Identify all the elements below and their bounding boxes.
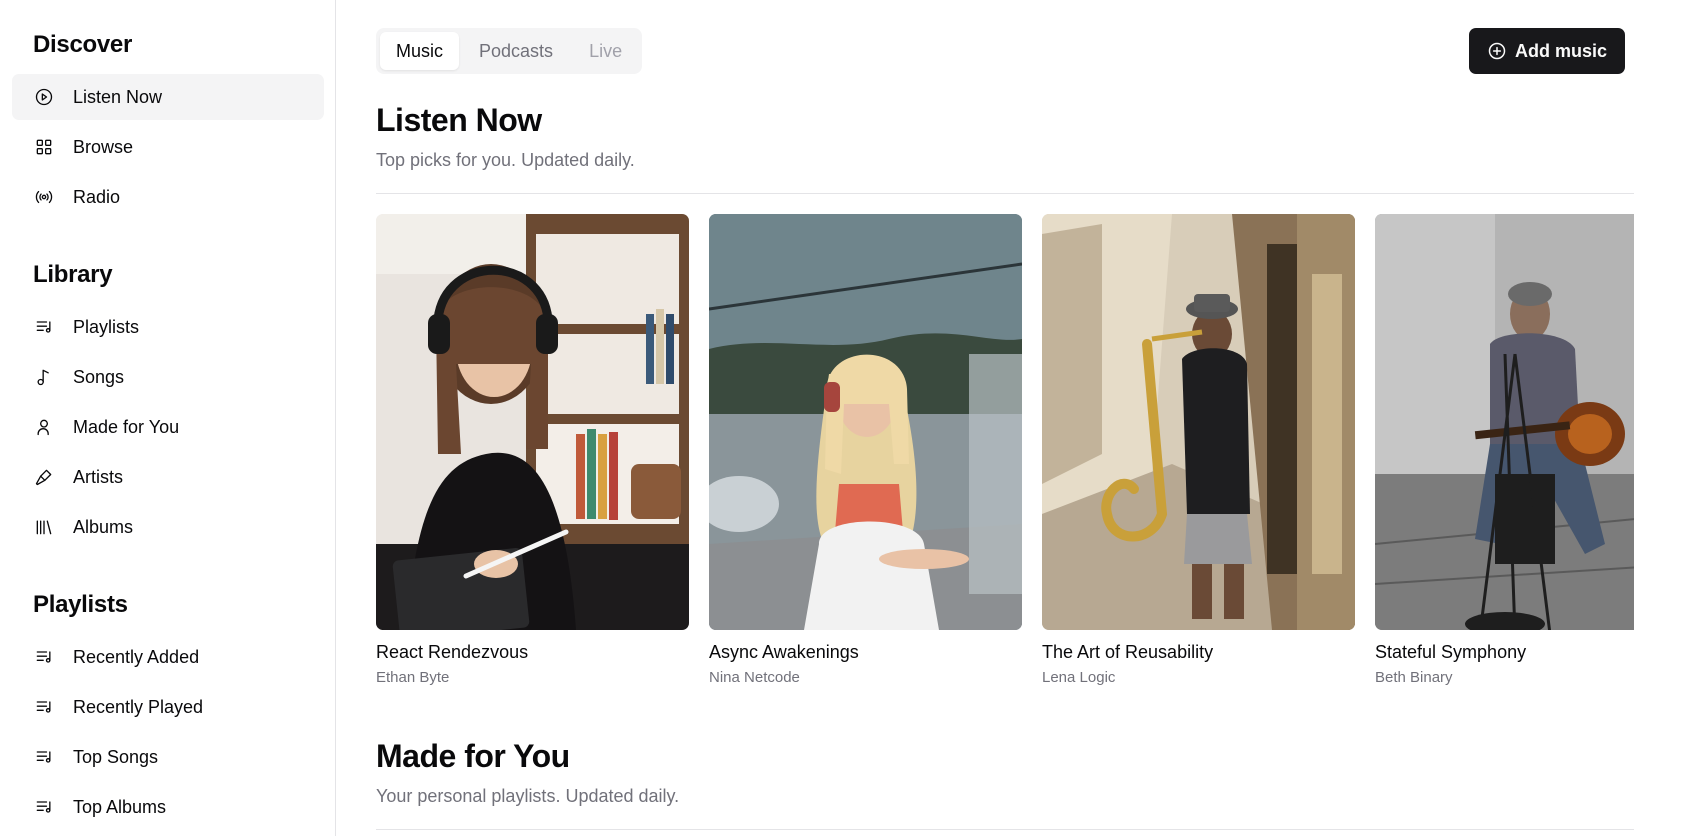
made-for-you-subtitle: Your personal playlists. Updated daily.: [376, 786, 680, 806]
sidebar-item-label: Recently Played: [73, 696, 204, 717]
album-title: Stateful Symphony: [1375, 642, 1527, 662]
music-note-icon: [33, 366, 55, 388]
made-for-you-title: Made for You: [376, 738, 570, 774]
album-title: The Art of Reusability: [1042, 642, 1214, 662]
sidebar-item-recently-played[interactable]: Recently Played: [12, 684, 324, 730]
album-artist: Nina Netcode: [709, 669, 800, 686]
sidebar: Discover Listen Now Browse Radio Library…: [0, 0, 336, 836]
sidebar-item-artists[interactable]: Artists: [12, 454, 324, 500]
play-circle-icon: [33, 86, 55, 108]
sidebar-item-label: Top Songs: [73, 746, 159, 767]
sidebar-item-radio[interactable]: Radio: [12, 174, 324, 220]
sidebar-item-label: Songs: [73, 366, 125, 387]
album-cover[interactable]: [1042, 214, 1355, 630]
sidebar-section-library: Library Playlists Songs Made for You Art…: [0, 258, 336, 554]
grid-icon: [33, 136, 55, 158]
tab-music[interactable]: Music: [380, 32, 460, 70]
add-music-label: Add music: [1514, 40, 1607, 61]
sidebar-item-label: Artists: [73, 466, 124, 487]
album-cover[interactable]: [1375, 214, 1634, 630]
sidebar-section-playlists: Playlists Recently Added Recently Played…: [0, 588, 336, 834]
sidebar-item-label: Recently Added: [73, 646, 200, 667]
album-card[interactable]: Stateful Symphony Beth Binary: [1375, 214, 1634, 686]
sidebar-item-label: Albums: [73, 516, 134, 537]
album-card[interactable]: React Rendezvous Ethan Byte: [376, 214, 689, 686]
album-artist: Ethan Byte: [376, 669, 450, 686]
tab-podcasts[interactable]: Podcasts: [463, 32, 569, 70]
tab-live: Live: [589, 41, 623, 61]
microphone-icon: [33, 466, 55, 488]
radio-icon: [33, 186, 55, 208]
tabs-list: Music Podcasts Live: [376, 28, 643, 74]
library-icon: [33, 516, 55, 538]
album-title: Async Awakenings: [709, 642, 859, 662]
plus-circle-icon: [1487, 41, 1507, 61]
album-cover[interactable]: [376, 214, 689, 630]
album-cover[interactable]: [709, 214, 1022, 630]
divider: [376, 829, 1634, 830]
sidebar-item-top-albums[interactable]: Top Albums: [12, 784, 324, 830]
playlist-icon: [33, 796, 55, 818]
sidebar-item-label: Top Albums: [73, 796, 167, 817]
sidebar-section-discover: Discover Listen Now Browse Radio: [0, 28, 336, 224]
sidebar-item-label: Listen Now: [73, 86, 163, 107]
sidebar-item-recently-added[interactable]: Recently Added: [12, 634, 324, 680]
add-music-button[interactable]: Add music: [1469, 28, 1625, 74]
album-artist: Lena Logic: [1042, 669, 1116, 686]
sidebar-item-label: Browse: [73, 136, 134, 157]
divider: [376, 193, 1634, 194]
sidebar-item-browse[interactable]: Browse: [12, 124, 324, 170]
album-artist: Beth Binary: [1375, 669, 1453, 686]
album-card[interactable]: Async Awakenings Nina Netcode: [709, 214, 1022, 686]
playlist-icon: [33, 746, 55, 768]
listen-now-title: Listen Now: [376, 102, 542, 138]
sidebar-item-listen-now[interactable]: Listen Now: [12, 74, 324, 120]
album-title: React Rendezvous: [376, 642, 529, 662]
album-card[interactable]: The Art of Reusability Lena Logic: [1042, 214, 1355, 686]
sidebar-item-label: Radio: [73, 186, 121, 207]
sidebar-section-title: Discover: [33, 31, 132, 58]
playlist-icon: [33, 316, 55, 338]
sidebar-section-title: Library: [33, 261, 113, 288]
sidebar-section-title: Playlists: [33, 591, 128, 618]
sidebar-item-made-for-you[interactable]: Made for You: [12, 404, 324, 450]
sidebar-item-label: Made for You: [73, 416, 180, 437]
playlist-icon: [33, 646, 55, 668]
sidebar-item-albums[interactable]: Albums: [12, 504, 324, 550]
sidebar-item-playlists[interactable]: Playlists: [12, 304, 324, 350]
sidebar-item-songs[interactable]: Songs: [12, 354, 324, 400]
sidebar-item-top-songs[interactable]: Top Songs: [12, 734, 324, 780]
album-list: React Rendezvous Ethan Byte Async Awaken…: [376, 214, 1634, 694]
main-content: Music Podcasts Live Add music Listen Now…: [337, 0, 1687, 836]
listen-now-subtitle: Top picks for you. Updated daily.: [376, 150, 635, 170]
sidebar-item-label: Playlists: [73, 316, 140, 337]
playlist-icon: [33, 696, 55, 718]
user-icon: [33, 416, 55, 438]
